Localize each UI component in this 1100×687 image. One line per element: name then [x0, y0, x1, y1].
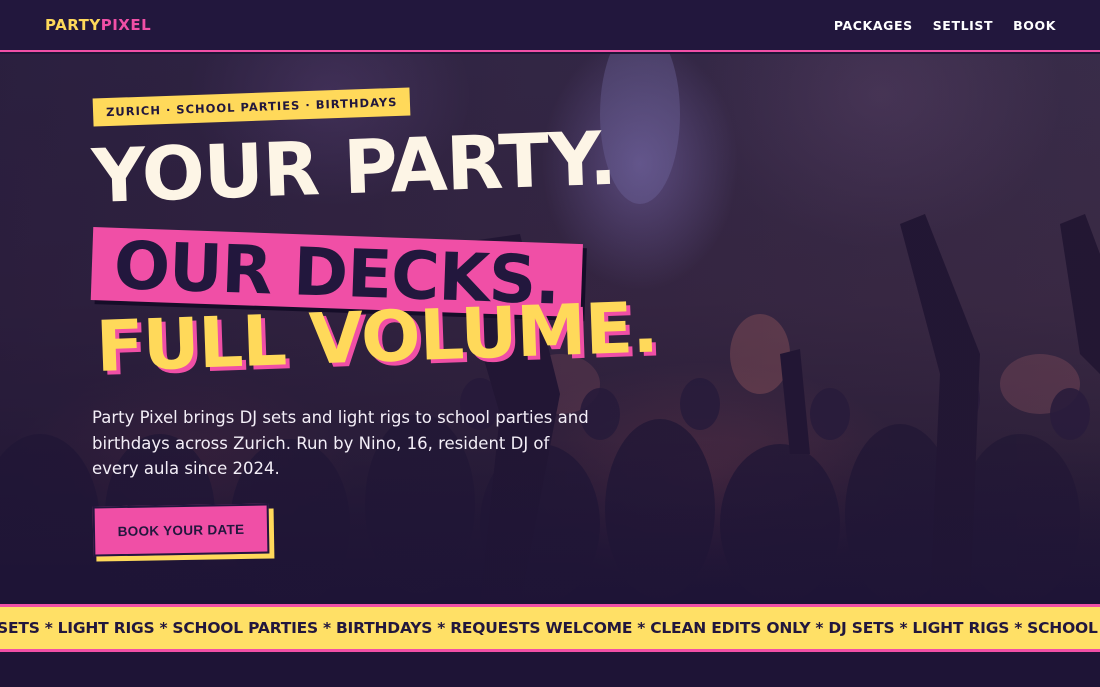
ticker-item: LIGHT RIGS — [57, 619, 155, 637]
nav-packages[interactable]: PACKAGES — [834, 18, 913, 33]
ticker-item: LIGHT RIGS — [912, 619, 1010, 637]
site-header: PARTYPIXEL PACKAGES SETLIST BOOK — [0, 0, 1100, 52]
ticker-separator: * — [323, 619, 331, 637]
ticker-item: DJ SETS — [828, 619, 895, 637]
ticker-separator: * — [437, 619, 446, 637]
ticker-separator: * — [815, 619, 824, 637]
ticker-separator: * — [899, 619, 908, 637]
main-nav: PACKAGES SETLIST BOOK — [834, 18, 1056, 33]
ticker-item: SCHOOL PARTIES — [1027, 619, 1100, 637]
nav-setlist[interactable]: SETLIST — [933, 18, 993, 33]
headline-line-3: FULL VOLUME. — [94, 286, 659, 388]
ticker-item: BIRTHDAYS — [335, 619, 433, 637]
ticker-separator: * — [44, 619, 53, 637]
logo-part-party: PARTY — [45, 16, 101, 34]
ticker-item: SETS — [0, 619, 40, 637]
ticker-item: SCHOOL PARTIES — [172, 619, 319, 637]
next-section-edge — [0, 652, 1100, 687]
headline-line-1: YOUR PARTY. — [90, 115, 618, 220]
logo-part-pixel: PIXEL — [100, 16, 152, 34]
ticker-separator: * — [637, 619, 646, 637]
ticker-item: REQUESTS WELCOME — [450, 619, 633, 637]
logo[interactable]: PARTYPIXEL — [45, 16, 151, 34]
hero-description: Party Pixel brings DJ sets and light rig… — [92, 408, 589, 478]
ticker-separator: * — [159, 619, 168, 637]
book-your-date-button[interactable]: BOOK YOUR DATE — [92, 503, 270, 557]
nav-book[interactable]: BOOK — [1013, 18, 1056, 33]
marquee-ticker: SETS * LIGHT RIGS * SCHOOL PARTIES * BIRTHDAYS… — [0, 604, 1100, 652]
ticker-item: CLEAN EDITS ONLY — [650, 619, 811, 637]
ticker-track: SETS * LIGHT RIGS * SCHOOL PARTIES * BIRTHDAYS… — [0, 619, 1100, 637]
ticker-separator: * — [1014, 619, 1023, 637]
